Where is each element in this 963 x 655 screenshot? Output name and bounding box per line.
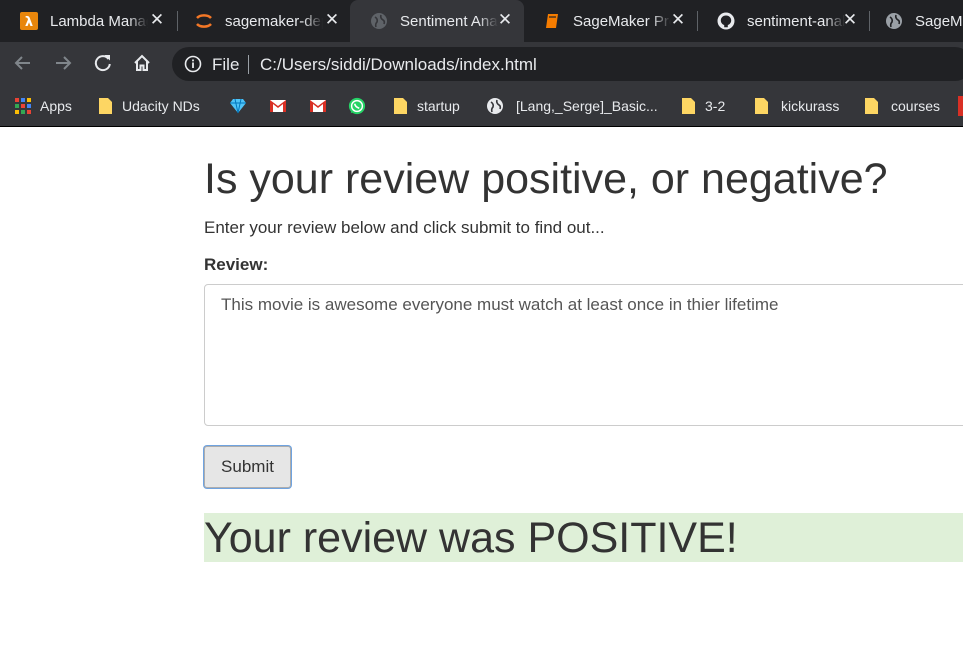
bookmark-label: courses: [891, 98, 941, 114]
whatsapp-icon: [348, 97, 366, 115]
intro-text: Enter your review below and click submit…: [204, 218, 605, 237]
tab-title: Lambda Management Console: [50, 12, 148, 30]
home-icon: [134, 54, 150, 71]
bookmark-label: kickurass: [781, 98, 840, 114]
bookmarks-bar: Apps Udacity NDs startup [Lang,_Serge]_B…: [0, 84, 963, 127]
submit-button[interactable]: Submit: [204, 446, 291, 488]
info-icon[interactable]: [184, 55, 202, 73]
page-title: Is your review positive, or negative?: [204, 155, 888, 203]
github-icon: [717, 12, 735, 30]
forward-button[interactable]: [50, 50, 76, 76]
bookmark-apps[interactable]: Apps: [14, 96, 72, 116]
tab-title: Sentiment Analysis Web App: [400, 12, 498, 30]
bookmark-folder-3-2[interactable]: 3-2: [679, 96, 725, 116]
book-icon: [543, 12, 561, 30]
tab-sagemaker-deployment[interactable]: sagemaker-deployment ✕: [175, 0, 351, 42]
url-text[interactable]: C:/Users/siddi/Downloads/index.html: [260, 55, 537, 75]
bookmark-folder-udacity[interactable]: Udacity NDs: [96, 96, 200, 116]
globe-icon: [885, 12, 903, 30]
review-textarea[interactable]: This movie is awesome everyone must watc…: [204, 284, 963, 426]
bookmark-overflow[interactable]: [958, 96, 963, 116]
bookmark-lang-serge[interactable]: [Lang,_Serge]_Basic...: [486, 96, 658, 116]
close-icon[interactable]: ✕: [323, 11, 341, 29]
close-icon[interactable]: ✕: [496, 11, 514, 29]
bookmark-whatsapp[interactable]: [348, 96, 366, 116]
bookmark-gmail-2[interactable]: [309, 96, 327, 116]
globe-icon: [370, 12, 388, 30]
tab-title: SageMaker Project: [573, 12, 671, 30]
bookmark-overflow-icon: [958, 96, 963, 116]
url-divider: [248, 55, 249, 74]
tab-sagemaker[interactable]: SageMaker: [865, 0, 963, 42]
gmail-icon: [269, 97, 287, 115]
bookmark-folder-startup[interactable]: startup: [391, 96, 460, 116]
tab-strip: λ Lambda Management Console ✕ sagemaker-…: [0, 0, 963, 42]
tab-title: SageMaker: [915, 12, 963, 30]
url-scheme-label: File: [212, 55, 240, 74]
aws-lambda-icon: λ: [20, 12, 38, 30]
globe-icon: [486, 97, 504, 115]
browser-toolbar: File C:/Users/siddi/Downloads/index.html: [0, 42, 963, 84]
svg-text:λ: λ: [25, 15, 33, 30]
folder-icon: [752, 97, 770, 115]
bookmark-folder-kickurass[interactable]: kickurass: [752, 96, 839, 116]
close-icon[interactable]: ✕: [841, 11, 859, 29]
bookmark-label: startup: [417, 98, 460, 114]
folder-icon: [862, 97, 880, 115]
apps-grid-icon: [14, 97, 32, 115]
close-icon[interactable]: ✕: [669, 11, 687, 29]
folder-icon: [679, 97, 697, 115]
address-bar[interactable]: File C:/Users/siddi/Downloads/index.html: [172, 47, 963, 81]
bookmark-label: Apps: [40, 98, 72, 114]
tab-title: sentiment-analysis: [747, 12, 845, 30]
page-content: Is your review positive, or negative? En…: [0, 127, 963, 655]
bookmark-label: 3-2: [705, 98, 726, 114]
bookmark-label: Udacity NDs: [122, 98, 200, 114]
review-label: Review:: [204, 255, 269, 274]
bookmark-label: [Lang,_Serge]_Basic...: [516, 98, 658, 114]
back-button[interactable]: [10, 50, 36, 76]
gmail-icon: [309, 97, 327, 115]
folder-icon: [391, 97, 409, 115]
back-arrow-icon: [14, 56, 30, 70]
jupyter-icon: [195, 12, 213, 30]
folder-icon: [96, 97, 114, 115]
tab-sagemaker-project[interactable]: SageMaker Project ✕: [523, 0, 697, 42]
forward-arrow-icon: [56, 56, 72, 70]
bookmark-folder-courses[interactable]: courses: [862, 96, 940, 116]
home-button[interactable]: [129, 50, 155, 76]
tab-sentiment-analysis-active[interactable]: Sentiment Analysis Web App ✕: [350, 0, 524, 42]
bookmark-gem[interactable]: [229, 96, 247, 116]
tab-title: sagemaker-deployment: [225, 12, 323, 30]
reload-button[interactable]: [90, 50, 116, 76]
bookmark-gmail-1[interactable]: [269, 96, 287, 116]
result-banner: Your review was POSITIVE!: [204, 513, 963, 562]
tab-lambda[interactable]: λ Lambda Management Console ✕: [0, 0, 176, 42]
gem-icon: [229, 97, 247, 115]
tab-github-sentiment-analysis[interactable]: sentiment-analysis ✕: [697, 0, 869, 42]
close-icon[interactable]: ✕: [148, 11, 166, 29]
reload-icon: [94, 55, 111, 72]
